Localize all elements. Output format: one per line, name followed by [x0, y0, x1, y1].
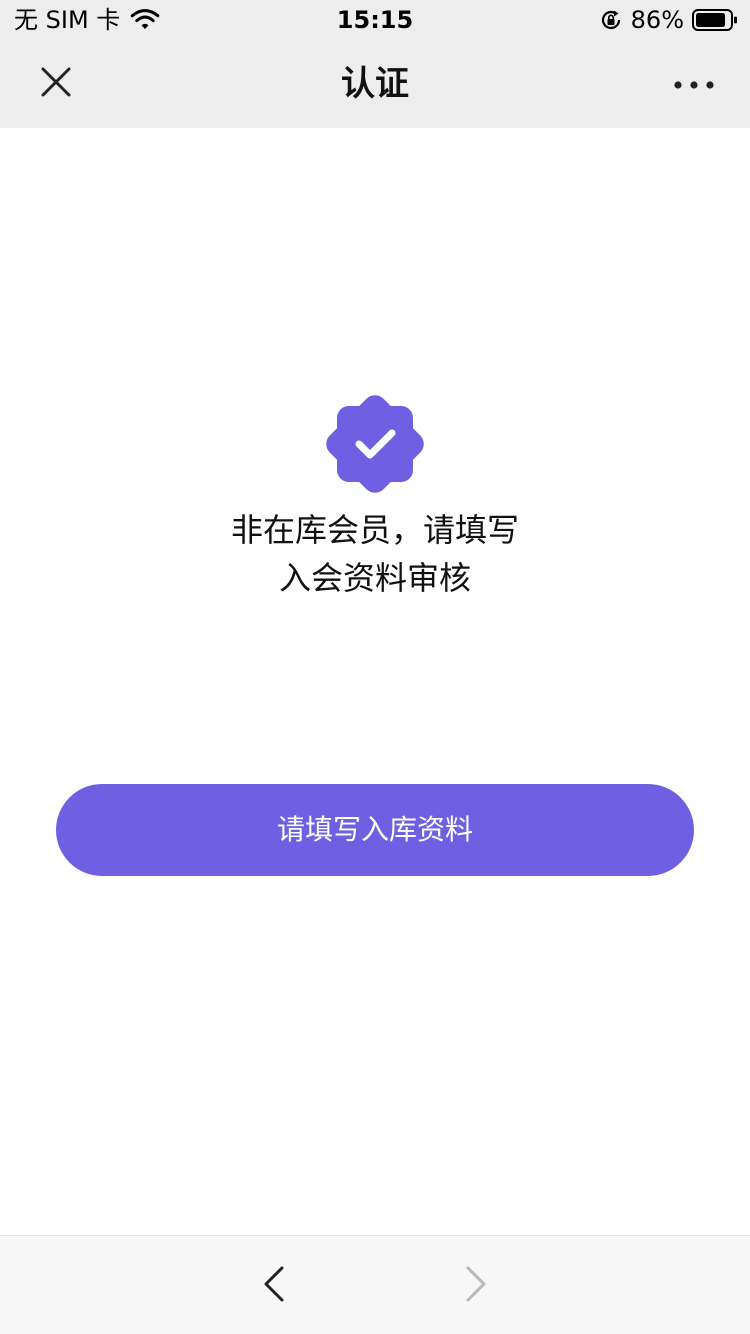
battery-icon	[692, 9, 738, 31]
chevron-right-icon	[465, 1266, 487, 1306]
nav-bar: 认证	[0, 40, 750, 128]
bottom-toolbar	[0, 1235, 750, 1334]
message-line-2: 入会资料审核	[278, 559, 471, 597]
message-line-1: 非在库会员，请填写	[230, 511, 519, 549]
status-bar: 无 SIM 卡 15:15 86%	[0, 0, 750, 40]
page-title: 认证	[341, 64, 409, 104]
verified-badge-icon	[320, 389, 430, 499]
orientation-lock-icon	[599, 8, 623, 32]
fill-registration-info-button[interactable]: 请填写入库资料	[56, 784, 694, 876]
status-message: 非在库会员，请填写 入会资料审核	[0, 506, 750, 602]
close-icon	[40, 66, 72, 102]
forward-button[interactable]	[456, 1264, 496, 1308]
chevron-left-icon	[263, 1266, 285, 1306]
more-icon	[674, 75, 714, 94]
status-right: 86%	[599, 6, 738, 34]
battery-percent: 86%	[630, 6, 684, 34]
more-button[interactable]	[666, 60, 722, 108]
screen: 无 SIM 卡 15:15 86% 认证 非在库会员，请填写 入会资料审核 请填…	[0, 0, 750, 1334]
close-button[interactable]	[30, 60, 82, 108]
back-button[interactable]	[254, 1264, 294, 1308]
